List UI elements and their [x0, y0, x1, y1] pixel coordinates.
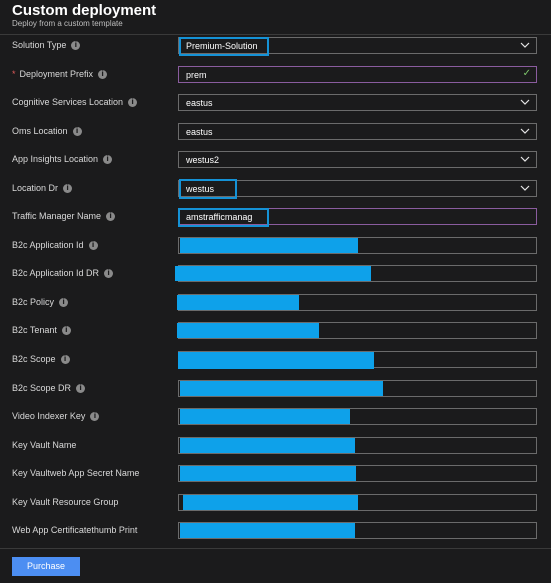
field-label: B2c Application Id i: [12, 240, 98, 250]
field-label: Key Vaultweb App Secret Name: [12, 468, 140, 478]
info-icon[interactable]: i: [90, 412, 100, 421]
info-icon[interactable]: i: [61, 326, 71, 335]
required-marker: *: [12, 69, 16, 79]
info-icon[interactable]: i: [128, 98, 138, 107]
row-web-app-certificatethumb-print: Web App Certificatethumb Print: [0, 520, 551, 544]
input-value: prem: [186, 70, 207, 80]
oms-location-dropdown[interactable]: eastus: [178, 123, 537, 140]
redaction-bar: [180, 381, 383, 396]
selected-value: eastus: [186, 98, 213, 108]
row-key-vault-name: Key Vault Name: [0, 435, 551, 459]
redaction-bar: [180, 438, 355, 453]
info-icon[interactable]: i: [63, 184, 73, 193]
redaction-bar: [177, 295, 299, 310]
info-icon[interactable]: i: [59, 298, 69, 307]
field-label: Traffic Manager Name i: [12, 211, 116, 221]
blade-header: Custom deployment Deploy from a custom t…: [0, 0, 551, 35]
row-cognitive-services-location: Cognitive Services Location i eastus: [0, 92, 551, 116]
field-label: Location Dr i: [12, 183, 73, 193]
row-app-insights-location: App Insights Location i westus2: [0, 149, 551, 173]
info-icon[interactable]: i: [106, 212, 116, 221]
row-solution-type: Solution Type i Premium-Solution: [0, 35, 551, 59]
chevron-down-icon: [520, 128, 530, 134]
redaction-bar: [178, 352, 374, 369]
field-label: Key Vault Name: [12, 440, 77, 450]
info-icon[interactable]: i: [103, 155, 113, 164]
purchase-button[interactable]: Purchase: [12, 557, 80, 576]
info-icon[interactable]: i: [88, 241, 98, 250]
info-icon[interactable]: i: [76, 384, 86, 393]
field-label: Cognitive Services Location i: [12, 97, 138, 107]
info-icon[interactable]: i: [104, 269, 114, 278]
app-insights-location-dropdown[interactable]: westus2: [178, 151, 537, 168]
row-traffic-manager-name: Traffic Manager Name i amstrafficmanag: [0, 206, 551, 230]
row-b2c-application-id: B2c Application Id i: [0, 235, 551, 259]
redaction-bar: [175, 266, 371, 281]
page-title: Custom deployment: [12, 2, 157, 19]
chevron-down-icon: [520, 156, 530, 162]
deployment-prefix-input[interactable]: prem ✓: [178, 66, 537, 83]
page-subtitle: Deploy from a custom template: [12, 19, 123, 28]
field-label: B2c Policy i: [12, 297, 69, 307]
field-label: B2c Scope i: [12, 354, 70, 364]
cognitive-services-location-dropdown[interactable]: eastus: [178, 94, 537, 111]
info-icon[interactable]: i: [71, 41, 81, 50]
redaction-bar: [177, 323, 319, 338]
row-key-vaultweb-app-secret-name: Key Vaultweb App Secret Name: [0, 463, 551, 487]
row-b2c-tenant: B2c Tenant i: [0, 320, 551, 344]
field-label: B2c Tenant i: [12, 325, 71, 335]
field-label: App Insights Location i: [12, 154, 113, 164]
row-key-vault-resource-group: Key Vault Resource Group: [0, 492, 551, 516]
chevron-down-icon: [520, 99, 530, 105]
field-label: Key Vault Resource Group: [12, 497, 119, 507]
field-label: * Deployment Prefix i: [12, 69, 108, 79]
chevron-down-icon: [520, 42, 530, 48]
highlight-box: [179, 37, 269, 56]
field-label: B2c Application Id DR i: [12, 268, 114, 278]
redaction-bar: [180, 466, 356, 481]
field-label: Oms Location i: [12, 126, 82, 136]
row-b2c-scope: B2c Scope i: [0, 349, 551, 373]
row-b2c-scope-dr: B2c Scope DR i: [0, 378, 551, 402]
selected-value: westus2: [186, 155, 220, 165]
info-icon[interactable]: i: [98, 70, 108, 79]
highlight-box: [178, 208, 269, 227]
row-video-indexer-key: Video Indexer Key i: [0, 406, 551, 430]
row-b2c-policy: B2c Policy i: [0, 292, 551, 316]
checkmark-icon: ✓: [522, 68, 531, 79]
row-location-dr: Location Dr i westus: [0, 178, 551, 202]
redaction-bar: [180, 409, 350, 424]
row-b2c-application-id-dr: B2c Application Id DR i: [0, 263, 551, 287]
row-oms-location: Oms Location i eastus: [0, 121, 551, 145]
field-label: Web App Certificatethumb Print: [12, 525, 138, 535]
info-icon[interactable]: i: [72, 127, 82, 136]
redaction-bar: [180, 238, 358, 253]
field-label: Solution Type i: [12, 40, 81, 50]
blade-footer: Purchase: [0, 548, 551, 583]
highlight-box: [179, 179, 237, 199]
redaction-bar: [180, 523, 355, 538]
info-icon[interactable]: i: [60, 355, 70, 364]
chevron-down-icon: [520, 185, 530, 191]
field-label: Video Indexer Key i: [12, 411, 100, 421]
row-deployment-prefix: * Deployment Prefix i prem ✓: [0, 64, 551, 88]
field-label: B2c Scope DR i: [12, 383, 86, 393]
redaction-bar: [183, 495, 358, 510]
selected-value: eastus: [186, 127, 213, 137]
